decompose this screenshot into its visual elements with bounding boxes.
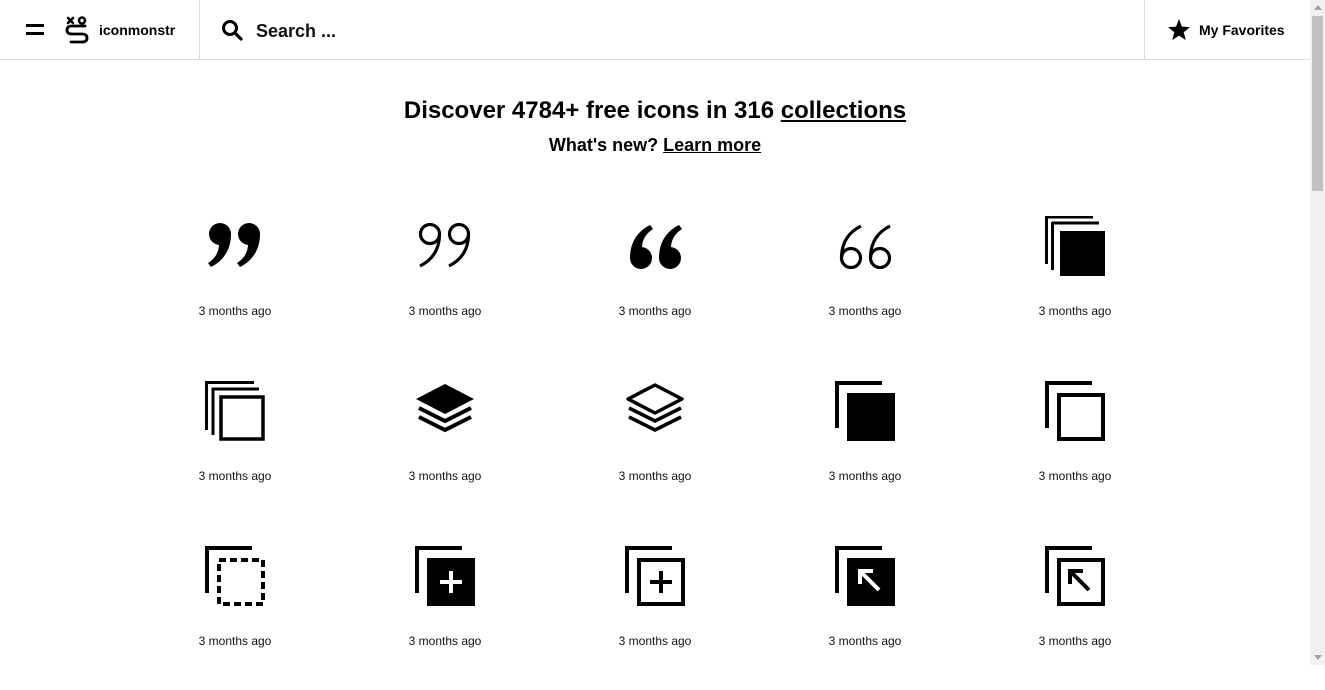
icon-timestamp: 3 months ago	[1038, 469, 1112, 483]
icon-card[interactable]: 3 months ago	[130, 195, 340, 360]
copy-filled-icon	[835, 381, 895, 441]
icon-timestamp: 3 months ago	[408, 304, 482, 318]
icon-card[interactable]: 3 months ago	[550, 525, 760, 690]
quote-outline-icon	[418, 222, 471, 268]
copy-arrow-filled-icon	[835, 546, 895, 606]
icon-card[interactable]: 3 months ago	[970, 360, 1180, 525]
quote-filled-icon	[208, 223, 260, 267]
icon-timestamp: 3 months ago	[198, 469, 272, 483]
menu-button[interactable]	[22, 18, 48, 42]
icon-card[interactable]: 3 months ago	[340, 525, 550, 690]
icon-timestamp: 3 months ago	[1038, 634, 1112, 648]
scroll-down-icon[interactable]	[1314, 655, 1322, 660]
copy-add-outline-icon	[625, 546, 685, 606]
icon-timestamp: 3 months ago	[198, 634, 272, 648]
stack-filled-icon	[1045, 216, 1105, 276]
icon-timestamp: 3 months ago	[408, 469, 482, 483]
iconmonstr-logo-icon	[65, 16, 89, 44]
layers-outline-icon	[626, 383, 684, 432]
scroll-up-icon[interactable]	[1314, 5, 1322, 10]
site-header: iconmonstr My Favorites	[0, 0, 1310, 60]
icon-card[interactable]: 3 months ago	[130, 360, 340, 525]
my-favorites-label: My Favorites	[1199, 22, 1285, 38]
icon-card[interactable]: 3 months ago	[550, 360, 760, 525]
icon-card[interactable]: 3 months ago	[970, 195, 1180, 360]
icon-card[interactable]: 3 months ago	[760, 195, 970, 360]
search-bar	[200, 0, 1144, 60]
learn-more-link[interactable]: Learn more	[663, 135, 761, 155]
logo-text: iconmonstr	[99, 22, 176, 38]
icon-card[interactable]: 3 months ago	[550, 195, 760, 360]
hero-subtitle: What's new? Learn more	[0, 135, 1310, 156]
hero-subtitle-text: What's new?	[548, 135, 664, 155]
icon-timestamp: 3 months ago	[618, 469, 692, 483]
icon-timestamp: 3 months ago	[828, 634, 902, 648]
copy-dashed-icon	[205, 546, 265, 606]
scroll-thumb[interactable]	[1312, 16, 1323, 191]
icon-timestamp: 3 months ago	[408, 634, 482, 648]
quote-open-outline-icon	[839, 224, 892, 270]
star-icon	[1168, 19, 1190, 41]
copy-outline-icon	[1045, 381, 1105, 441]
icon-card[interactable]: 3 months ago	[760, 525, 970, 690]
hero-title: Discover 4784+ free icons in 316 collect…	[0, 97, 1310, 125]
search-icon[interactable]	[221, 19, 243, 41]
icon-timestamp: 3 months ago	[828, 304, 902, 318]
icon-card[interactable]: 3 months ago	[340, 360, 550, 525]
hero-title-text: Discover 4784+ free icons in 316	[403, 97, 781, 124]
icon-timestamp: 3 months ago	[1038, 304, 1112, 318]
icon-card[interactable]: 3 months ago	[970, 525, 1180, 690]
icon-timestamp: 3 months ago	[618, 304, 692, 318]
icon-card[interactable]: 3 months ago	[130, 525, 340, 690]
icon-timestamp: 3 months ago	[618, 634, 692, 648]
collections-link[interactable]: collections	[781, 97, 906, 124]
logo-link[interactable]: iconmonstr	[64, 14, 175, 46]
search-input[interactable]	[254, 14, 818, 48]
layers-filled-icon	[416, 384, 474, 433]
icon-grid: 3 months ago 3 months ago 3 months ago 3…	[130, 195, 1180, 690]
copy-arrow-outline-icon	[1045, 546, 1105, 606]
icon-card[interactable]: 3 months ago	[760, 360, 970, 525]
my-favorites-link[interactable]: My Favorites	[1145, 0, 1310, 60]
scrollbar[interactable]	[1310, 0, 1325, 665]
icon-timestamp: 3 months ago	[198, 304, 272, 318]
stack-outline-icon	[205, 381, 265, 441]
quote-open-filled-icon	[630, 225, 682, 269]
icon-timestamp: 3 months ago	[828, 469, 902, 483]
icon-card[interactable]: 3 months ago	[340, 195, 550, 360]
copy-add-filled-icon	[415, 546, 475, 606]
